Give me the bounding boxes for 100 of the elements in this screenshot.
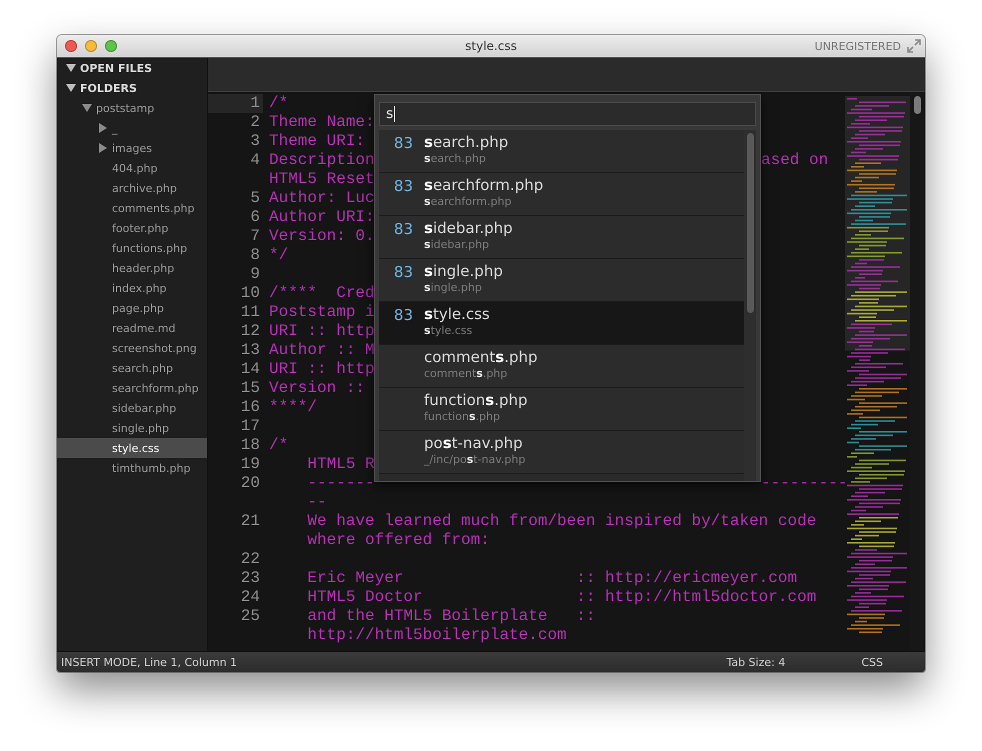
sidebar-item[interactable]: index.php	[57, 278, 207, 298]
sidebar-item[interactable]: style.css	[57, 438, 207, 458]
code-text: --	[306, 493, 327, 512]
sidebar-item[interactable]: FOLDERS	[57, 78, 207, 98]
expanded-triangle-icon[interactable]	[80, 103, 94, 113]
code-text: URI :: http	[269, 322, 375, 341]
match-score: 83	[394, 263, 413, 281]
code-text: Description	[269, 151, 375, 170]
syntax-label[interactable]: CSS	[861, 656, 883, 668]
code-text: Theme URI:	[269, 132, 366, 151]
code-text: HTML5 Doctor :: http://html5doctor.com	[306, 588, 816, 607]
match-score: 83	[394, 134, 413, 152]
code-text: Version: 0.	[269, 227, 375, 246]
code-text: HTML5 R	[306, 455, 375, 474]
code-text: Author: Luc	[269, 189, 375, 208]
line-number: 4	[249, 151, 261, 170]
line-number: 18	[240, 436, 261, 455]
line-number: 8	[249, 246, 261, 265]
sidebar-item[interactable]: functions.php	[57, 238, 207, 258]
code-text: -------	[306, 474, 375, 493]
file-path: _/inc/post-nav.php	[424, 453, 526, 466]
line-number: 16	[240, 398, 261, 417]
file-name: single.php	[424, 262, 503, 280]
file-path: comments.php	[424, 367, 508, 380]
file-name: searchform.php	[424, 176, 544, 194]
expanded-triangle-icon[interactable]	[64, 83, 78, 93]
window-title: style.css	[465, 39, 517, 53]
code-text: Author URI:	[269, 208, 375, 227]
sidebar-item[interactable]: _	[57, 118, 207, 138]
code-text: and the HTML5 Boilerplate ::	[306, 607, 596, 626]
status-text: INSERT MODE, Line 1, Column 1	[61, 656, 238, 668]
code-text: /**** Cred	[269, 284, 375, 303]
code-text: HTML5 Reset	[269, 170, 375, 189]
line-number: 11	[240, 303, 261, 322]
file-path: searchform.php	[424, 195, 512, 208]
line-number: 3	[249, 132, 261, 151]
match-score: 83	[394, 220, 413, 238]
sidebar-item[interactable]: screenshot.png	[57, 338, 207, 358]
search-field[interactable]: s	[379, 102, 756, 126]
code-text: ---------	[761, 474, 845, 493]
sidebar-item[interactable]: header.php	[57, 258, 207, 278]
line-number: 22	[240, 550, 261, 569]
line-number: 17	[240, 417, 261, 436]
file-name: post-nav.php	[424, 434, 524, 452]
file-path: style.css	[424, 324, 474, 337]
registration-label: UNREGISTERED	[814, 40, 901, 52]
line-number: 25	[240, 607, 261, 626]
match-score: 83	[394, 177, 413, 195]
code-text: Author :: M	[269, 341, 375, 360]
line-number: 15	[240, 379, 261, 398]
sidebar-item[interactable]: 404.php	[57, 158, 207, 178]
code-text: http://html5boilerplate.com	[306, 626, 567, 645]
code-text: /*	[269, 436, 288, 455]
zoom-button[interactable]	[105, 40, 117, 52]
file-path: search.php	[424, 152, 487, 165]
code-text: Poststamp i	[269, 303, 375, 322]
sidebar-item[interactable]: images	[57, 138, 207, 158]
sidebar-item[interactable]: sidebar.php	[57, 398, 207, 418]
line-number: 12	[240, 322, 261, 341]
match-score: 83	[394, 306, 413, 324]
code-text: Version ::	[269, 379, 366, 398]
sidebar-item[interactable]: comments.php	[57, 198, 207, 218]
line-number: 6	[249, 208, 261, 227]
line-number: 5	[249, 189, 261, 208]
file-name: style.css	[424, 305, 490, 323]
file-path: sidebar.php	[424, 238, 490, 251]
result-item[interactable]: 83 style.css style.css	[379, 302, 744, 345]
sidebar-item[interactable]: search.php	[57, 358, 207, 378]
sidebar-item[interactable]: OPEN FILES	[57, 58, 207, 78]
file-name: comments.php	[424, 348, 538, 366]
line-number: 21	[240, 512, 261, 531]
scrollbar-thumb[interactable]	[746, 133, 754, 313]
file-path: single.php	[424, 281, 483, 294]
sidebar-item[interactable]: footer.php	[57, 218, 207, 238]
code-text: /*	[269, 94, 288, 113]
line-number: 10	[240, 284, 261, 303]
line-number: 24	[240, 588, 261, 607]
sidebar-item[interactable]: readme.md	[57, 318, 207, 338]
line-number: 13	[240, 341, 261, 360]
sidebar-item[interactable]: archive.php	[57, 178, 207, 198]
close-button[interactable]	[65, 40, 77, 52]
fullscreen-icon[interactable]	[907, 39, 921, 53]
code-text: Theme Name:	[269, 113, 375, 132]
sidebar-item[interactable]: searchform.php	[57, 378, 207, 398]
line-number: 20	[240, 474, 261, 493]
file-name: sidebar.php	[424, 219, 513, 237]
expanded-triangle-icon[interactable]	[64, 63, 78, 73]
sidebar-item[interactable]: poststamp	[57, 98, 207, 118]
line-number: 7	[249, 227, 261, 246]
sidebar-item[interactable]: single.php	[57, 418, 207, 438]
scrollbar-thumb[interactable]	[914, 96, 921, 114]
sidebar-item[interactable]: timthumb.php	[57, 458, 207, 478]
code-text: Eric Meyer :: http://ericmeyer.com	[306, 569, 798, 588]
sidebar-item[interactable]: page.php	[57, 298, 207, 318]
line-number: 1	[208, 94, 263, 113]
line-number: 19	[240, 455, 261, 474]
tab-size-label[interactable]: Tab Size: 4	[726, 656, 786, 668]
line-number: 9	[249, 265, 261, 284]
file-name: search.php	[424, 133, 508, 151]
file-name: functions.php	[424, 391, 528, 409]
